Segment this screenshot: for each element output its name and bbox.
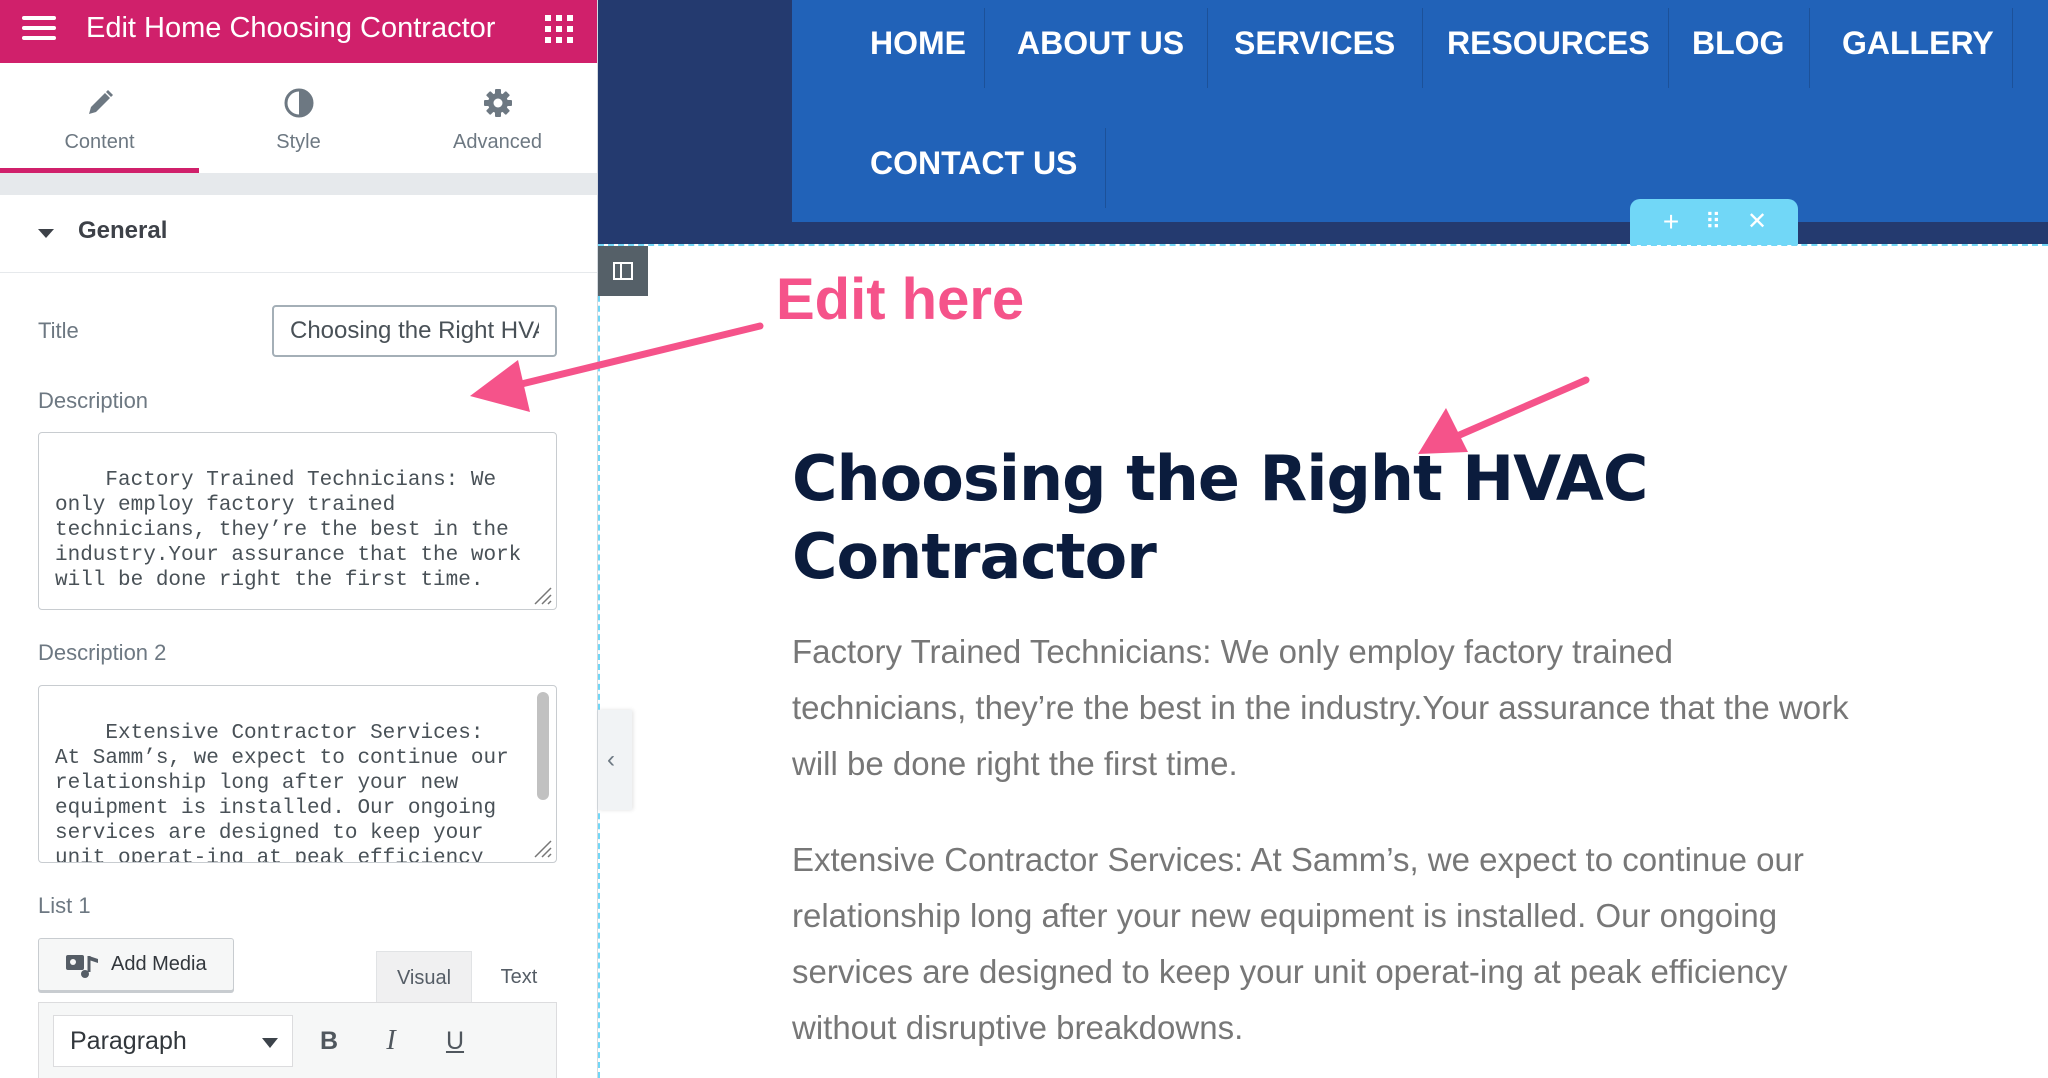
description2-text: Extensive Contractor Services: At Samm’s…	[55, 722, 509, 863]
drag-handle-icon[interactable]: ⠿	[1698, 205, 1728, 239]
description2-textarea[interactable]: Extensive Contractor Services: At Samm’s…	[38, 685, 557, 863]
column-outline	[598, 246, 600, 1078]
nav-services[interactable]: SERVICES	[1234, 25, 1395, 62]
tab-text[interactable]: Text	[478, 951, 560, 1003]
tab-style-label: Style	[276, 131, 321, 153]
format-select[interactable]: Paragraph	[53, 1015, 293, 1067]
description-label: Description	[38, 388, 149, 413]
tab-content[interactable]: Content	[0, 63, 199, 173]
description-textarea[interactable]: Factory Trained Technicians: We only emp…	[38, 432, 557, 610]
nav-about-us[interactable]: ABOUT US	[1017, 25, 1184, 62]
divider	[0, 173, 597, 195]
nav-contact-us[interactable]: CONTACT US	[870, 145, 1077, 182]
tab-visual[interactable]: Visual	[376, 951, 472, 1003]
gear-icon	[483, 89, 512, 117]
widgets-grid-icon[interactable]	[545, 15, 573, 43]
annotation-label: Edit here	[776, 267, 1025, 332]
close-icon[interactable]: ✕	[1742, 205, 1772, 239]
underline-button[interactable]: U	[435, 1021, 475, 1061]
add-section-icon[interactable]: +	[1656, 205, 1686, 239]
tab-style[interactable]: Style	[199, 63, 398, 173]
nav-divider	[1668, 8, 1669, 88]
resize-grip-icon[interactable]	[531, 584, 553, 606]
section-handle: + ⠿ ✕	[1630, 199, 1798, 245]
description-text: Factory Trained Technicians: We only emp…	[55, 469, 534, 592]
page-preview: HOME ABOUT US SERVICES RESOURCES BLOG GA…	[598, 0, 2048, 1078]
page-heading[interactable]: Choosing the Right HVAC Contractor	[792, 440, 1692, 596]
chevron-down-icon	[262, 1038, 278, 1048]
section-general-toggle[interactable]: General	[0, 195, 597, 273]
half-circle-icon	[284, 88, 313, 118]
nav-gallery[interactable]: GALLERY	[1842, 25, 1994, 62]
nav-divider	[1207, 8, 1208, 88]
tab-content-label: Content	[64, 131, 135, 153]
panel-tabs: Content Style Advanced	[0, 63, 597, 173]
nav-resources[interactable]: RESOURCES	[1447, 25, 1650, 62]
nav-divider	[984, 8, 985, 88]
add-media-button[interactable]: Add Media	[38, 938, 234, 991]
nav-divider	[2012, 8, 2013, 88]
column-icon	[613, 262, 633, 280]
nav-divider	[1422, 8, 1423, 88]
scrollbar[interactable]	[537, 692, 549, 800]
tab-advanced-label: Advanced	[453, 131, 542, 153]
italic-button[interactable]: I	[371, 1021, 411, 1061]
collapse-panel-button[interactable]: ‹	[598, 710, 632, 810]
chevron-left-icon: ‹	[607, 746, 615, 773]
media-icon	[66, 955, 98, 978]
main-navigation: HOME ABOUT US SERVICES RESOURCES BLOG GA…	[792, 0, 2048, 222]
nav-divider	[1809, 8, 1810, 88]
resize-grip-icon[interactable]	[531, 837, 553, 859]
list1-label: List 1	[38, 893, 91, 918]
panel-title: Edit Home Choosing Contractor	[86, 12, 496, 44]
description2-label: Description 2	[38, 640, 167, 665]
panel-header: Edit Home Choosing Contractor	[0, 0, 597, 63]
column-handle[interactable]	[598, 246, 648, 296]
nav-blog[interactable]: BLOG	[1692, 25, 1784, 62]
tab-advanced[interactable]: Advanced	[398, 63, 597, 173]
paragraph-1[interactable]: Factory Trained Technicians: We only emp…	[792, 624, 1852, 792]
editor-panel: Edit Home Choosing Contractor Content St…	[0, 0, 598, 1078]
format-select-value: Paragraph	[70, 1027, 187, 1055]
section-title: General	[78, 217, 168, 244]
hamburger-menu-icon[interactable]	[22, 16, 56, 46]
caret-down-icon	[38, 229, 54, 238]
pencil-icon	[88, 90, 113, 114]
nav-divider	[1105, 128, 1106, 208]
bold-button[interactable]: B	[309, 1021, 349, 1061]
section-outline	[598, 244, 2048, 246]
paragraph-2[interactable]: Extensive Contractor Services: At Samm’s…	[792, 832, 1852, 1056]
nav-home[interactable]: HOME	[870, 25, 966, 62]
title-input[interactable]	[272, 305, 557, 357]
editor-toolbar: Paragraph B I U	[38, 1002, 557, 1078]
title-label: Title	[38, 318, 79, 343]
add-media-label: Add Media	[111, 953, 207, 975]
